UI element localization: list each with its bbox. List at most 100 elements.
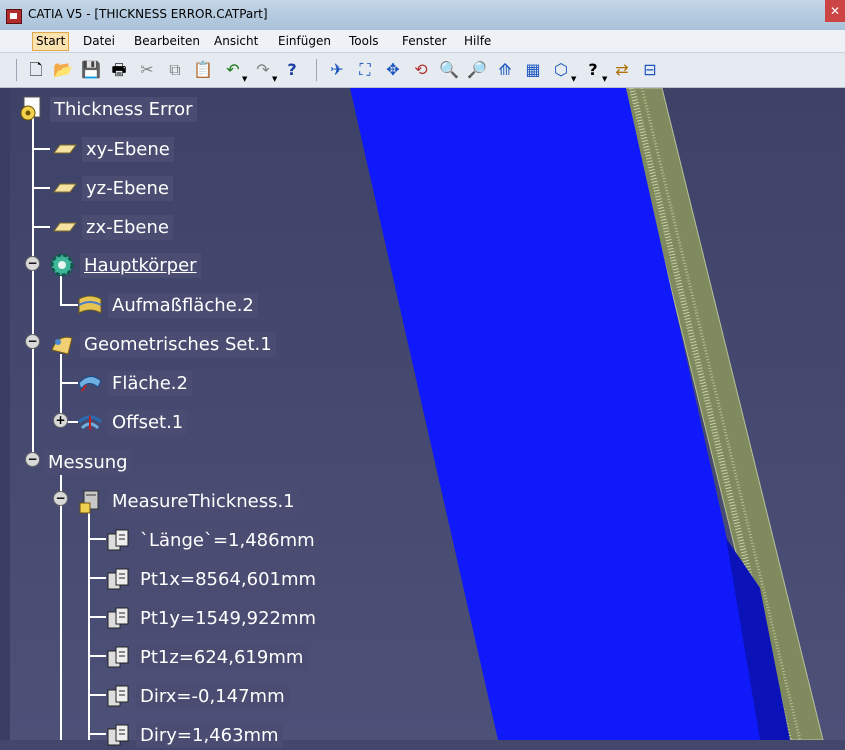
- tree-label-measure-thickness: MeasureThickness.1: [108, 488, 299, 514]
- new-icon[interactable]: 🗋: [25, 59, 47, 81]
- tree-label-param: Pt1x=8564,601mm: [136, 566, 321, 592]
- tree-item-param[interactable]: Diry=1,463mm: [104, 720, 283, 750]
- tree-label-xy-plane: xy-Ebene: [82, 136, 174, 162]
- swap-visible-icon[interactable]: ⇄: [611, 59, 633, 81]
- hide-show-dropdown-icon[interactable]: ▼: [602, 75, 607, 83]
- thick-surface-icon: [76, 291, 104, 319]
- tree-item-offset[interactable]: Offset.1: [76, 407, 188, 437]
- normal-view-icon[interactable]: ⟰: [494, 59, 516, 81]
- tree-item-param[interactable]: Pt1z=624,619mm: [104, 642, 308, 672]
- pan-icon[interactable]: ✥: [382, 59, 404, 81]
- tree-label-param: `Länge`=1,486mm: [136, 527, 319, 553]
- tree-label-param: Diry=1,463mm: [136, 722, 283, 748]
- parameter-icon: [104, 643, 132, 671]
- whats-this-icon[interactable]: ?: [281, 59, 303, 81]
- menu-tools[interactable]: Tools: [349, 34, 379, 48]
- collapse-measure-toggle[interactable]: −: [53, 491, 68, 506]
- offset-surface-icon: [76, 408, 104, 436]
- catia-app-icon[interactable]: [6, 9, 22, 24]
- plane-icon: [50, 174, 78, 202]
- parameter-icon: [104, 721, 132, 749]
- tree-line: [60, 354, 62, 422]
- tree-line: [60, 472, 62, 740]
- surface-icon: [76, 369, 104, 397]
- menu-fenster[interactable]: Fenster: [402, 34, 447, 48]
- standard-toolbar: 🗋 📂 💾 🖶 ✂ ⧉ 📋 ↶ ▼ ↷ ▼ ? ✈ ⛶ ✥ ⟲ 🔍 🔎 ⟰ ▦ …: [0, 53, 845, 88]
- fly-mode-icon[interactable]: ✈: [326, 59, 348, 81]
- collapse-messung-toggle[interactable]: −: [25, 452, 40, 467]
- zoom-out-icon[interactable]: 🔎: [466, 59, 488, 81]
- menu-hilfe[interactable]: Hilfe: [464, 34, 491, 48]
- undo-icon[interactable]: ↶: [222, 59, 244, 81]
- tree-label-param: Pt1y=1549,922mm: [136, 605, 321, 631]
- tree-label-flaeche: Fläche.2: [108, 370, 192, 396]
- cut-icon[interactable]: ✂: [136, 59, 158, 81]
- tree-label-aufmassflaeche: Aufmaßfläche.2: [108, 292, 258, 318]
- open-icon[interactable]: 📂: [52, 59, 74, 81]
- tree-label-hauptkoerper: Hauptkörper: [80, 252, 201, 278]
- tree-label-offset: Offset.1: [108, 409, 188, 435]
- tree-item-geoset[interactable]: Geometrisches Set.1: [48, 329, 276, 359]
- multi-view-icon[interactable]: ▦: [522, 59, 544, 81]
- tree-label-param: Pt1z=624,619mm: [136, 644, 308, 670]
- window-close-button[interactable]: ✕: [825, 0, 845, 22]
- tree-item-yz-plane[interactable]: yz-Ebene: [50, 173, 173, 203]
- save-icon[interactable]: 💾: [80, 59, 102, 81]
- toolbar-separator: [16, 59, 17, 81]
- collapse-hauptkoerper-toggle[interactable]: −: [25, 256, 40, 271]
- plane-icon: [50, 135, 78, 163]
- tree-item-messung[interactable]: Messung: [44, 447, 132, 477]
- window-titlebar: CATIA V5 - [THICKNESS ERROR.CATPart] ✕: [0, 0, 845, 31]
- paste-icon[interactable]: 📋: [192, 59, 214, 81]
- expand-offset-toggle[interactable]: +: [53, 413, 68, 428]
- copy-icon[interactable]: ⧉: [164, 59, 186, 81]
- tree-label-messung: Messung: [44, 449, 132, 475]
- tree-label-yz-plane: yz-Ebene: [82, 175, 173, 201]
- menu-datei[interactable]: Datei: [83, 34, 115, 48]
- tree-label-zx-plane: zx-Ebene: [82, 214, 173, 240]
- tree-item-root[interactable]: Thickness Error: [18, 94, 197, 124]
- collapse-geoset-toggle[interactable]: −: [25, 334, 40, 349]
- iso-view-icon[interactable]: ⬡: [550, 59, 572, 81]
- menu-start[interactable]: Start: [32, 32, 70, 51]
- undo-dropdown-icon[interactable]: ▼: [242, 75, 247, 83]
- view-dropdown-icon[interactable]: ▼: [571, 75, 576, 83]
- part-icon: [18, 95, 46, 123]
- geometrical-set-icon: [48, 330, 76, 358]
- parameter-icon: [104, 565, 132, 593]
- menu-ansicht[interactable]: Ansicht: [214, 34, 258, 48]
- tree-item-zx-plane[interactable]: zx-Ebene: [50, 212, 173, 242]
- tree-line: [32, 148, 50, 150]
- tree-item-param[interactable]: Dirx=-0,147mm: [104, 681, 289, 711]
- specification-tree: − − + − − Thickness Error xy-Ebene yz-Eb…: [0, 88, 360, 748]
- tree-item-xy-plane[interactable]: xy-Ebene: [50, 134, 174, 164]
- menu-bearbeiten[interactable]: Bearbeiten: [134, 34, 200, 48]
- tree-item-aufmassflaeche[interactable]: Aufmaßfläche.2: [76, 290, 258, 320]
- measure-thickness-icon: [76, 487, 104, 515]
- parameter-icon: [104, 682, 132, 710]
- parameter-icon: [104, 526, 132, 554]
- tree-item-param[interactable]: Pt1x=8564,601mm: [104, 564, 321, 594]
- parameter-icon: [104, 604, 132, 632]
- hide-show-icon[interactable]: ?: [582, 59, 604, 81]
- tree-item-measure-thickness[interactable]: MeasureThickness.1: [76, 486, 299, 516]
- menu-einfuegen[interactable]: Einfügen: [278, 34, 331, 48]
- redo-icon[interactable]: ↷: [252, 59, 274, 81]
- tree-line: [88, 512, 90, 740]
- redo-dropdown-icon[interactable]: ▼: [272, 75, 277, 83]
- tree-line: [60, 276, 62, 306]
- measure-icon[interactable]: ⊟: [639, 59, 661, 81]
- rotate-icon[interactable]: ⟲: [410, 59, 432, 81]
- tree-item-hauptkoerper[interactable]: Hauptkörper: [48, 250, 201, 280]
- zoom-in-icon[interactable]: 🔍: [438, 59, 460, 81]
- tree-line: [32, 226, 50, 228]
- fit-all-icon[interactable]: ⛶: [354, 59, 376, 81]
- tree-item-flaeche[interactable]: Fläche.2: [76, 368, 192, 398]
- window-title: CATIA V5 - [THICKNESS ERROR.CATPart]: [28, 7, 268, 21]
- toolbar-separator: [316, 59, 317, 81]
- tree-item-param[interactable]: `Länge`=1,486mm: [104, 525, 319, 555]
- tree-item-param[interactable]: Pt1y=1549,922mm: [104, 603, 321, 633]
- plane-icon: [50, 213, 78, 241]
- body-gear-icon: [48, 251, 76, 279]
- print-icon[interactable]: 🖶: [108, 59, 130, 81]
